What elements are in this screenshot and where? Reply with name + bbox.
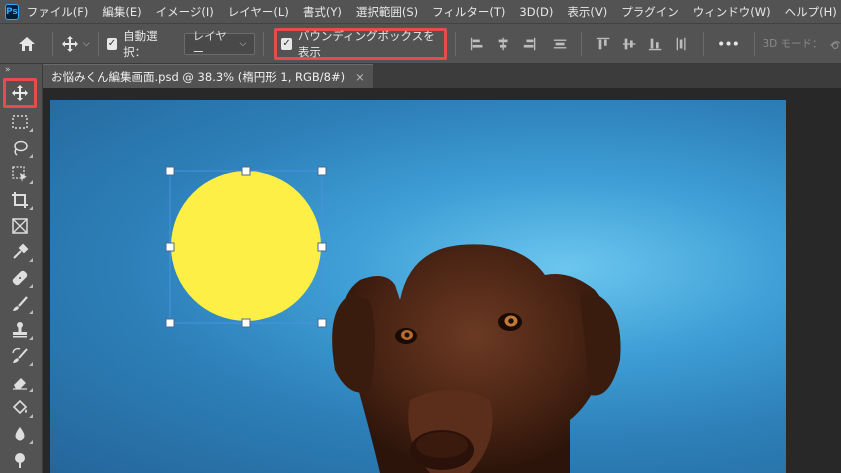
lasso-icon bbox=[14, 140, 28, 156]
frame-tool[interactable] bbox=[5, 213, 35, 238]
align-vertical-centers-icon[interactable] bbox=[622, 36, 636, 52]
healing-brush-tool[interactable] bbox=[5, 265, 35, 290]
tools-panel: » bbox=[0, 64, 43, 473]
transform-handle-bottom[interactable] bbox=[241, 318, 251, 328]
3d-mode-label: 3D モード： bbox=[762, 38, 823, 50]
history-brush-icon bbox=[12, 347, 28, 363]
home-button[interactable] bbox=[18, 36, 36, 52]
transform-handle-left[interactable] bbox=[165, 242, 175, 252]
object-selection-icon bbox=[12, 165, 27, 182]
menu-view[interactable]: 表示(V) bbox=[567, 4, 607, 20]
menu-layer[interactable]: レイヤー(L) bbox=[228, 4, 289, 20]
eyedropper-icon bbox=[13, 243, 29, 259]
align-bottom-edges-icon[interactable] bbox=[648, 36, 662, 52]
divider bbox=[455, 31, 457, 56]
menu-window[interactable]: ウィンドウ(W) bbox=[693, 4, 771, 20]
divider bbox=[52, 31, 53, 56]
transform-handle-right[interactable] bbox=[317, 242, 327, 252]
crop-icon bbox=[12, 191, 28, 208]
align-top-edges-icon[interactable] bbox=[596, 36, 610, 52]
3d-orbit-icon[interactable] bbox=[829, 37, 841, 51]
rectangular-marquee-icon bbox=[12, 114, 28, 129]
menu-plugins[interactable]: プラグイン bbox=[621, 4, 679, 20]
dodge-icon bbox=[15, 452, 25, 468]
frame-icon bbox=[12, 217, 28, 234]
align-horizontal-centers-icon[interactable] bbox=[496, 36, 510, 52]
document-tab-bar: お悩みくん編集画面.psd @ 38.3% (楕円形 1, RGB/8#) × bbox=[43, 64, 841, 88]
photoshop-logo: Ps bbox=[5, 3, 19, 20]
dog-photo bbox=[332, 244, 621, 473]
brush-icon bbox=[13, 295, 28, 311]
chevron-down-icon: ⌵ bbox=[82, 38, 90, 49]
menu-bar: Ps ファイル(F) 編集(E) イメージ(I) レイヤー(L) 書式(Y) 選… bbox=[0, 0, 841, 23]
show-bounding-box-checkbox[interactable]: ✓ バウンディングボックスを表示 bbox=[274, 27, 448, 60]
checkmark-icon: ✓ bbox=[281, 37, 292, 50]
lasso-tool[interactable] bbox=[5, 135, 35, 160]
divider bbox=[702, 31, 704, 56]
transform-handle-top-left[interactable] bbox=[165, 166, 175, 176]
auto-select-target-dropdown[interactable]: レイヤー ⌵ bbox=[183, 29, 256, 59]
eraser-tool[interactable] bbox=[5, 369, 35, 394]
marquee-tool[interactable] bbox=[5, 109, 35, 134]
distribute-horizontal-icon[interactable] bbox=[553, 36, 567, 52]
close-icon[interactable]: × bbox=[355, 70, 365, 84]
menu-help[interactable]: ヘルプ(H) bbox=[785, 4, 837, 20]
dodge-tool[interactable] bbox=[5, 447, 35, 472]
document-tab[interactable]: お悩みくん編集画面.psd @ 38.3% (楕円形 1, RGB/8#) × bbox=[43, 64, 373, 88]
align-left-edges-icon[interactable] bbox=[470, 36, 484, 52]
history-brush-tool[interactable] bbox=[5, 343, 35, 368]
divider bbox=[580, 31, 582, 56]
stamp-icon bbox=[13, 321, 27, 337]
align-right-edges-icon[interactable] bbox=[522, 36, 536, 52]
checkmark-icon: ✓ bbox=[106, 37, 118, 50]
menu-type[interactable]: 書式(Y) bbox=[303, 4, 342, 20]
paint-bucket-icon bbox=[12, 399, 28, 414]
auto-select-label: 自動選択： bbox=[123, 28, 158, 59]
menu-file[interactable]: ファイル(F) bbox=[27, 4, 89, 20]
distribute-vertical-icon[interactable] bbox=[674, 36, 688, 52]
options-bar: ⌵ ✓ 自動選択： レイヤー ⌵ ✓ バウンディングボックスを表示 ••• 3D… bbox=[0, 23, 841, 64]
canvas-artwork bbox=[165, 166, 621, 473]
menu-filter[interactable]: フィルター(T) bbox=[432, 4, 505, 20]
menu-select[interactable]: 選択範囲(S) bbox=[356, 4, 418, 20]
more-options-button[interactable]: ••• bbox=[717, 37, 739, 51]
transform-handle-top-right[interactable] bbox=[317, 166, 327, 176]
home-icon bbox=[19, 36, 35, 51]
move-icon bbox=[12, 85, 28, 101]
clone-stamp-tool[interactable] bbox=[5, 317, 35, 342]
water-drop-icon bbox=[15, 426, 25, 440]
auto-select-checkbox[interactable]: ✓ 自動選択： bbox=[106, 28, 174, 60]
brush-tool[interactable] bbox=[5, 291, 35, 316]
transform-handle-bottom-left[interactable] bbox=[165, 318, 175, 328]
object-selection-tool[interactable] bbox=[5, 161, 35, 186]
divider bbox=[263, 31, 265, 56]
menu-edit[interactable]: 編集(E) bbox=[102, 4, 141, 20]
menu-3d[interactable]: 3D(D) bbox=[519, 5, 553, 19]
eraser-icon bbox=[13, 377, 27, 390]
chevron-down-icon: ⌵ bbox=[239, 38, 247, 49]
move-icon bbox=[61, 35, 78, 52]
move-tool[interactable] bbox=[3, 78, 37, 108]
paint-bucket-tool[interactable] bbox=[5, 395, 35, 420]
document-canvas[interactable] bbox=[50, 100, 786, 473]
yellow-ellipse-shape[interactable] bbox=[171, 171, 321, 321]
auto-select-target-value: レイヤー bbox=[192, 28, 227, 59]
divider bbox=[97, 31, 99, 56]
show-bounding-box-label: バウンディングボックスを表示 bbox=[297, 28, 435, 59]
divider bbox=[753, 31, 755, 56]
blur-tool[interactable] bbox=[5, 421, 35, 446]
menu-image[interactable]: イメージ(I) bbox=[156, 4, 214, 20]
bandage-icon bbox=[12, 270, 28, 285]
eyedropper-tool[interactable] bbox=[5, 239, 35, 264]
transform-handle-bottom-right[interactable] bbox=[317, 318, 327, 328]
collapse-panel-toggle[interactable]: » bbox=[0, 64, 42, 76]
move-tool-preset[interactable]: ⌵ bbox=[61, 35, 90, 53]
crop-tool[interactable] bbox=[5, 187, 35, 212]
transform-handle-top[interactable] bbox=[241, 166, 251, 176]
document-tab-title: お悩みくん編集画面.psd @ 38.3% (楕円形 1, RGB/8#) bbox=[51, 69, 346, 84]
